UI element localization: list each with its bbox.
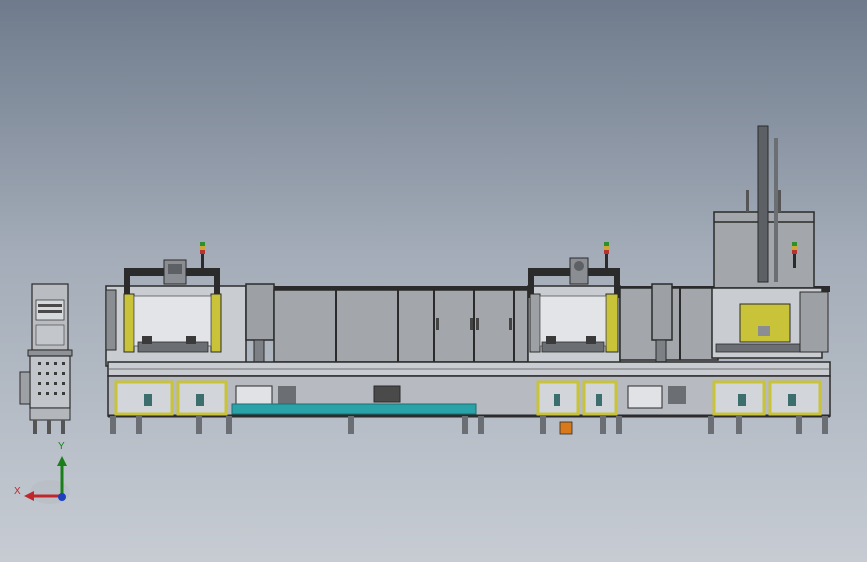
column-unit-1 bbox=[245, 283, 275, 341]
cad-viewport[interactable] bbox=[0, 0, 867, 562]
coordinate-triad bbox=[24, 456, 70, 504]
electrical-cabinet[interactable] bbox=[19, 283, 73, 434]
orange-sensor-block bbox=[559, 421, 573, 435]
column-unit-2 bbox=[651, 283, 673, 341]
central-enclosure[interactable] bbox=[273, 289, 529, 363]
z-axis-dot bbox=[58, 493, 66, 501]
signal-tower-2 bbox=[604, 242, 609, 268]
control-panel-2[interactable] bbox=[627, 385, 663, 409]
y-axis-label: Y bbox=[58, 441, 65, 452]
station-1[interactable] bbox=[105, 259, 247, 367]
signal-tower-1 bbox=[200, 242, 205, 268]
production-line[interactable] bbox=[105, 125, 831, 435]
station-2[interactable] bbox=[527, 257, 621, 367]
drive-unit bbox=[373, 385, 401, 403]
x-axis-label: X bbox=[14, 486, 21, 497]
station-3[interactable] bbox=[711, 125, 829, 359]
support-legs bbox=[110, 416, 828, 434]
conveyor-belt[interactable] bbox=[231, 403, 477, 415]
